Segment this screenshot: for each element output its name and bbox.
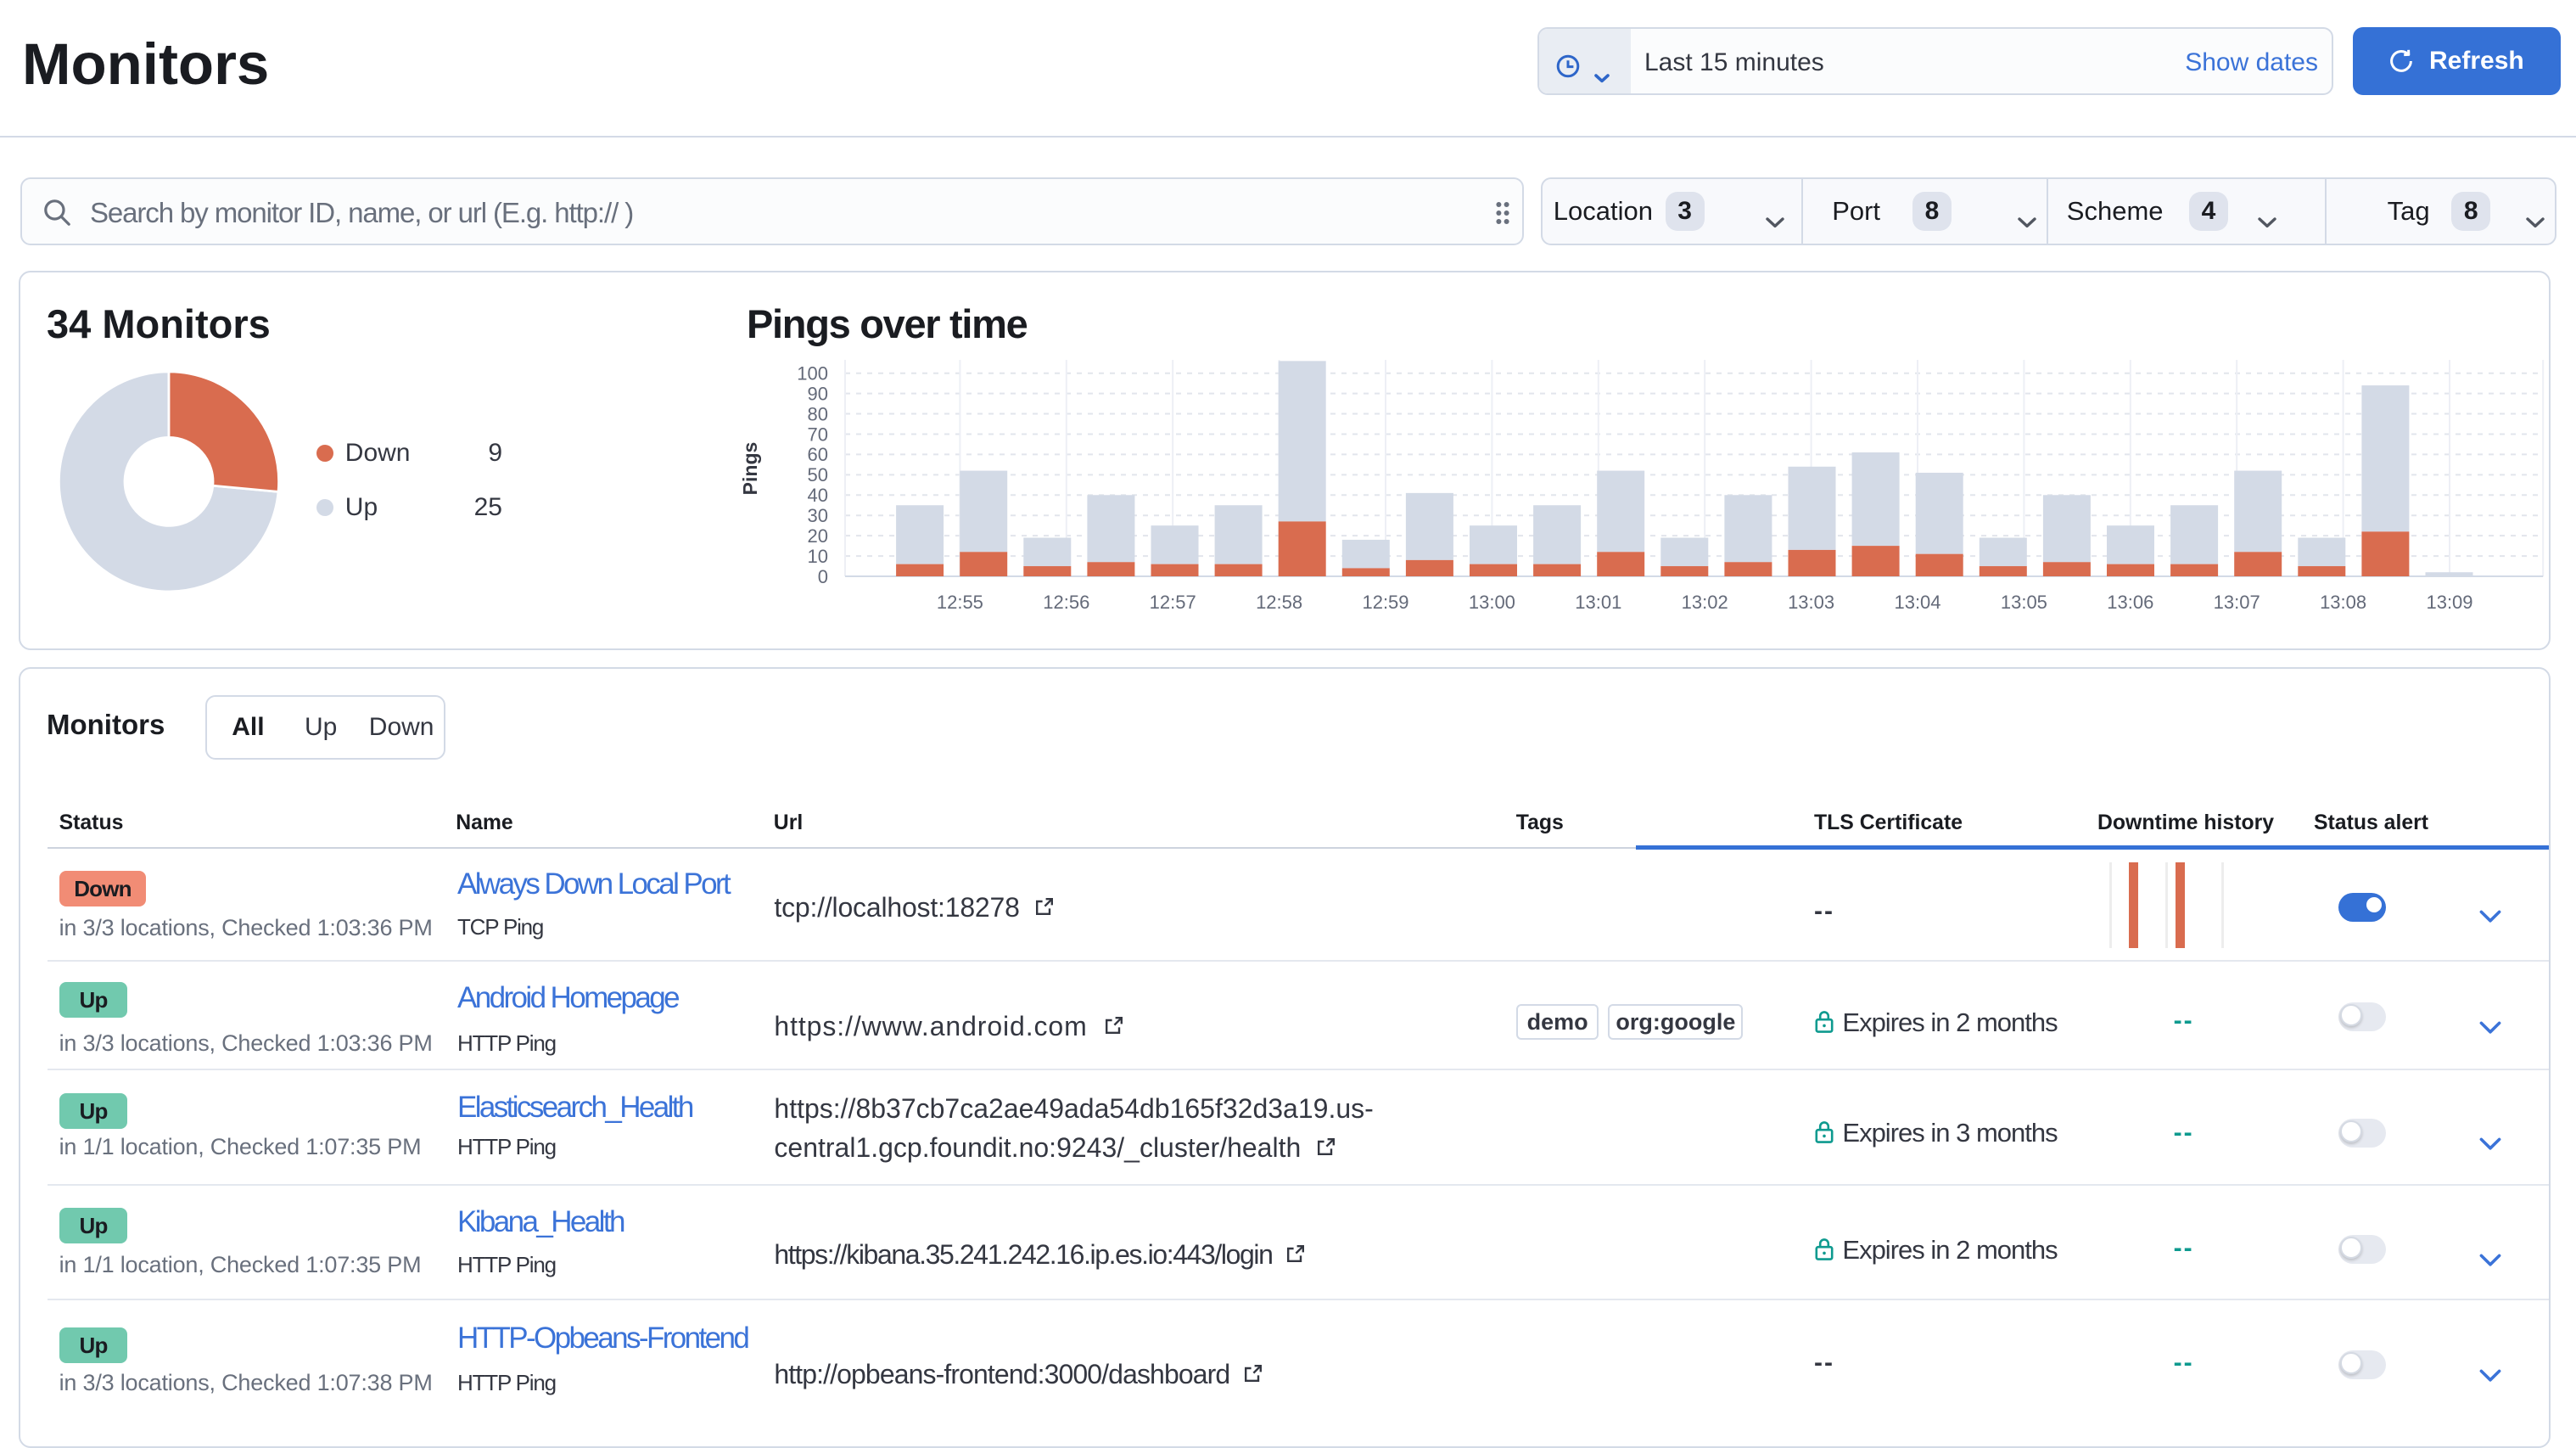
svg-text:70: 70	[808, 424, 828, 445]
svg-text:12:58: 12:58	[1256, 592, 1302, 613]
svg-text:13:09: 13:09	[2426, 592, 2472, 613]
svg-text:100: 100	[797, 363, 828, 384]
svg-text:Pings: Pings	[739, 442, 761, 496]
svg-text:12:56: 12:56	[1043, 592, 1089, 613]
svg-text:20: 20	[808, 525, 828, 547]
svg-text:13:08: 13:08	[2320, 592, 2366, 613]
svg-text:40: 40	[808, 485, 828, 506]
svg-text:90: 90	[808, 383, 828, 404]
svg-text:13:01: 13:01	[1575, 592, 1621, 613]
svg-text:13:05: 13:05	[2001, 592, 2047, 613]
svg-text:12:57: 12:57	[1150, 592, 1196, 613]
svg-text:13:07: 13:07	[2214, 592, 2260, 613]
svg-text:0: 0	[818, 566, 828, 587]
svg-text:13:06: 13:06	[2107, 592, 2153, 613]
svg-text:30: 30	[808, 505, 828, 526]
svg-text:50: 50	[808, 464, 828, 485]
svg-text:80: 80	[808, 403, 828, 424]
svg-text:13:04: 13:04	[1894, 592, 1940, 613]
svg-text:60: 60	[808, 444, 828, 465]
svg-text:12:55: 12:55	[937, 592, 983, 613]
svg-text:12:59: 12:59	[1362, 592, 1408, 613]
svg-text:13:00: 13:00	[1469, 592, 1515, 613]
svg-text:13:02: 13:02	[1682, 592, 1728, 613]
svg-text:13:03: 13:03	[1788, 592, 1834, 613]
svg-text:10: 10	[808, 546, 828, 567]
